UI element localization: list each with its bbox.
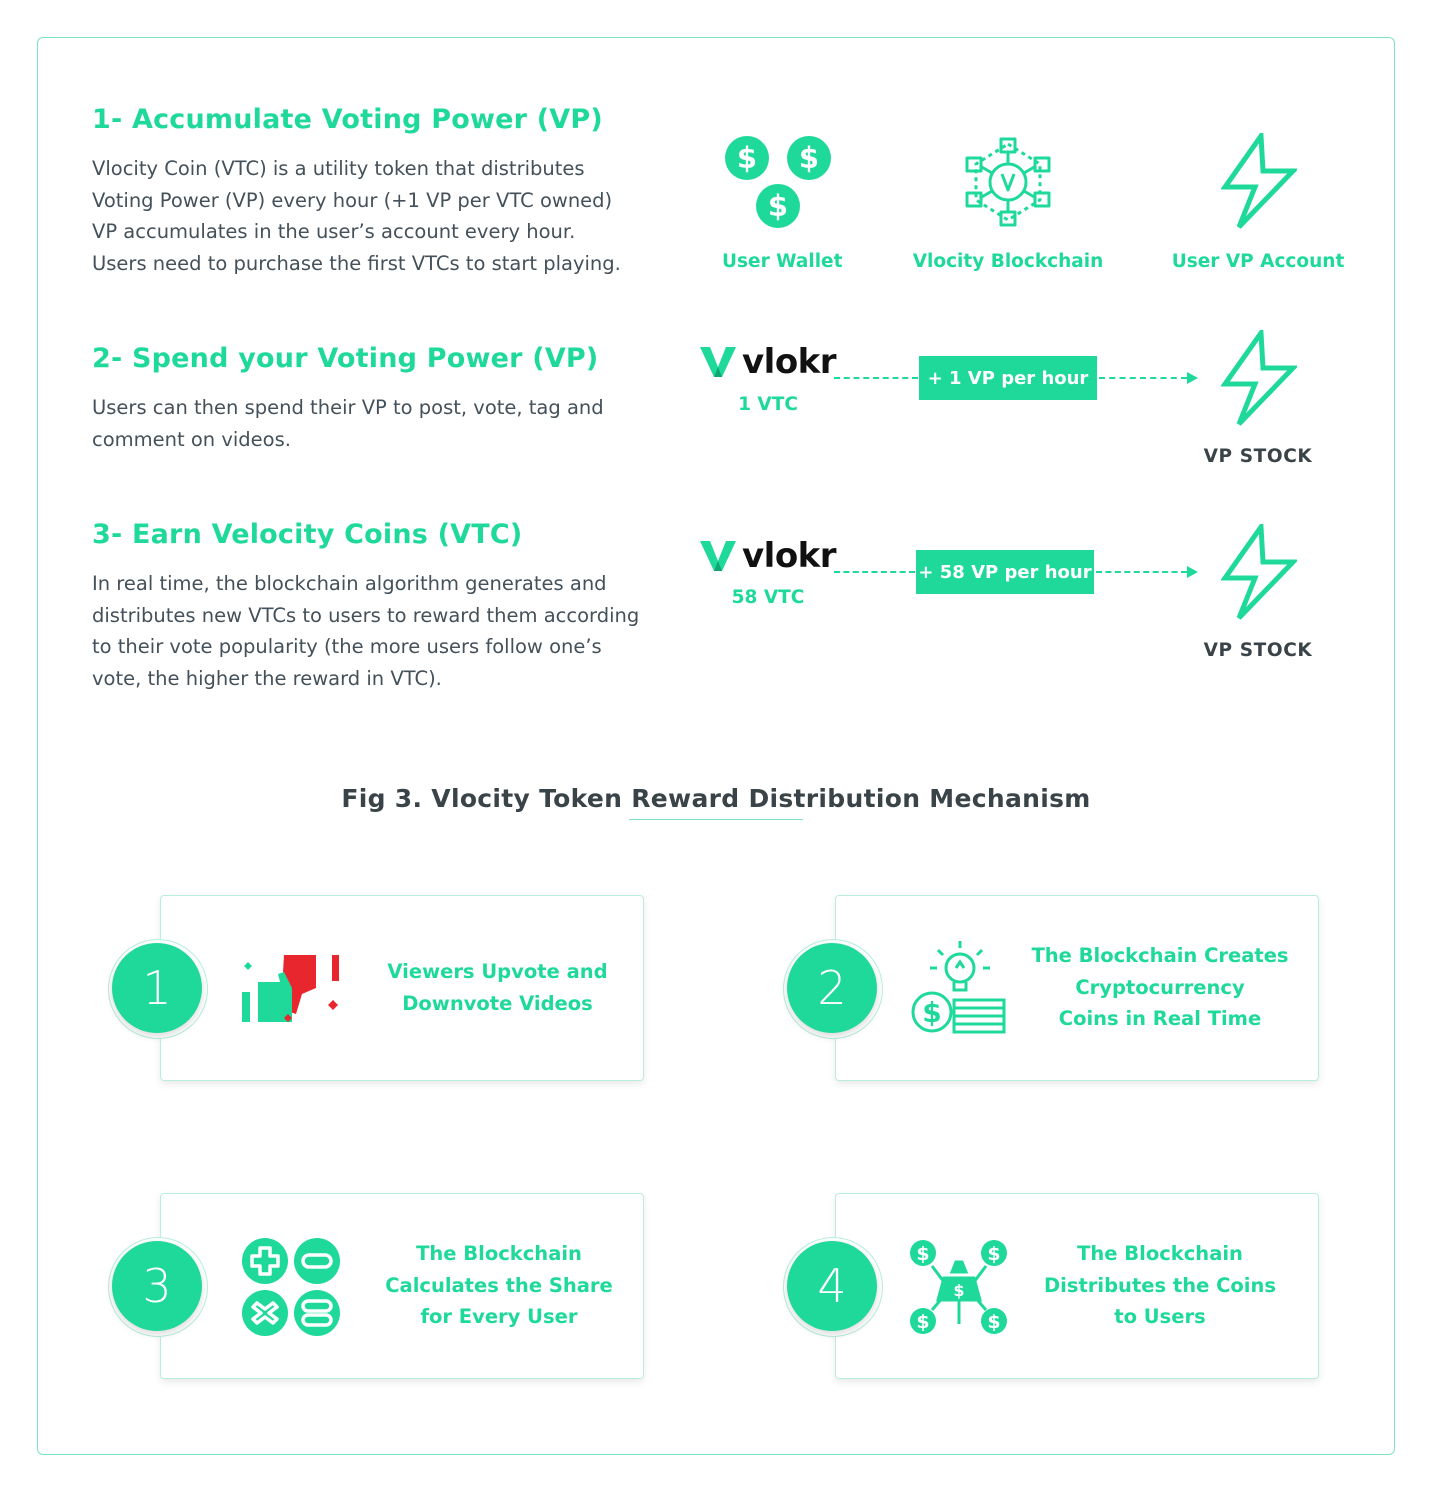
- flow-line: [834, 571, 915, 573]
- svg-text:$: $: [737, 141, 757, 175]
- svg-text:$: $: [922, 996, 941, 1029]
- vlokr-wordmark: vlokr: [742, 536, 837, 576]
- step-text-line: Cryptocurrency: [1075, 975, 1245, 999]
- idea-coins-icon: $: [911, 941, 1006, 1034]
- svg-text:$: $: [916, 1243, 929, 1265]
- step-number: 2: [787, 943, 877, 1033]
- section1-line: Users need to purchase the first VTCs to…: [92, 251, 621, 275]
- lightning-bolt-icon: [1221, 133, 1297, 229]
- step-text: The Blockchain Creates Cryptocurrency Co…: [1030, 940, 1290, 1035]
- vlokr-v-icon: [700, 347, 736, 377]
- step-text-line: Coins in Real Time: [1058, 1007, 1262, 1030]
- section1-body: Vlocity Coin (VTC) is a utility token th…: [92, 153, 682, 279]
- lightning-bolt-icon: [1221, 330, 1297, 426]
- dollar-coins-icon: $ $ $: [725, 136, 831, 228]
- vtc-amount: 58 VTC: [731, 587, 805, 608]
- section1-line: VP accumulates in the user’s account eve…: [92, 220, 576, 243]
- vlokr-logo: vlokr: [700, 342, 837, 382]
- vlokr-v-icon: [700, 541, 736, 571]
- figure-caption: Fig 3. Vlocity Token Reward Distribution…: [341, 784, 1091, 813]
- rate-badge: + 1 VP per hour: [919, 356, 1097, 400]
- section1-title: 1- Accumulate Voting Power (VP): [92, 104, 603, 135]
- flow-arrowhead: [1187, 372, 1198, 384]
- flow-line: [1096, 571, 1187, 573]
- step-text: Viewers Upvote and Downvote Videos: [375, 956, 620, 1019]
- caption-underline: [629, 819, 803, 820]
- step-text-line: The Blockchain: [1077, 1242, 1243, 1265]
- section3-body: In real time, the blockchain algorithm g…: [92, 568, 692, 694]
- step-number: 4: [787, 1241, 877, 1331]
- section3-title: 3- Earn Velocity Coins (VTC): [92, 519, 523, 550]
- step-text-line: Downvote Videos: [402, 991, 593, 1015]
- svg-text:$: $: [987, 1311, 1000, 1333]
- vp-stock-label: VP STOCK: [1203, 640, 1313, 661]
- svg-text:$: $: [799, 141, 819, 175]
- step-text-line: Calculates the Share: [385, 1273, 613, 1297]
- svg-text:$: $: [953, 1281, 964, 1300]
- section3-line: In real time, the blockchain algorithm g…: [92, 572, 607, 595]
- lightning-bolt-icon: [1221, 524, 1297, 620]
- step-text: The Blockchain Calculates the Share for …: [375, 1238, 623, 1333]
- step-text-line: to Users: [1114, 1305, 1206, 1328]
- section3-line: to their vote popularity (the more users…: [92, 635, 602, 658]
- vtc-amount: 1 VTC: [738, 394, 798, 415]
- svg-text:$: $: [768, 189, 788, 223]
- section2-line: Users can then spend their VP to post, v…: [92, 396, 604, 419]
- section2-body: Users can then spend their VP to post, v…: [92, 392, 682, 455]
- section3-line: vote, the higher the reward in VTC).: [92, 666, 442, 690]
- section3-line: distributes new VTCs to users to reward …: [92, 603, 640, 627]
- flow-arrowhead: [1187, 566, 1198, 578]
- step-text-line: Distributes the Coins: [1044, 1273, 1276, 1297]
- step-text-line: Viewers Upvote and: [387, 960, 608, 983]
- section1-line: Vlocity Coin (VTC) is a utility token th…: [92, 157, 585, 180]
- step-number: 3: [112, 1241, 202, 1331]
- vlokr-wordmark: vlokr: [742, 342, 837, 382]
- vlocity-blockchain-label: Vlocity Blockchain: [912, 251, 1104, 272]
- user-vp-account-label: User VP Account: [1171, 251, 1345, 272]
- section1-line: Voting Power (VP) every hour (+1 VP per …: [92, 188, 613, 212]
- flow-line: [834, 377, 918, 379]
- flow-line: [1099, 377, 1187, 379]
- step-text-line: The Blockchain: [416, 1242, 582, 1265]
- vp-stock-label: VP STOCK: [1203, 446, 1313, 467]
- vlokr-logo: vlokr: [700, 536, 837, 576]
- svg-text:$: $: [987, 1243, 1000, 1265]
- section2-line: comment on videos.: [92, 427, 291, 451]
- thumbs-vote-icon: [242, 955, 339, 1022]
- money-distribution-icon: $ $ $ $ $: [910, 1240, 1007, 1334]
- step-text-line: The Blockchain Creates: [1031, 944, 1289, 967]
- blockchain-network-icon: [965, 137, 1051, 227]
- step-number: 1: [112, 943, 202, 1033]
- rate-badge: + 58 VP per hour: [916, 550, 1094, 594]
- svg-text:$: $: [916, 1311, 929, 1333]
- calculator-ops-icon: [242, 1238, 340, 1336]
- step-text: The Blockchain Distributes the Coins to …: [1040, 1238, 1280, 1333]
- step-text-line: for Every User: [420, 1305, 578, 1328]
- user-wallet-label: User Wallet: [722, 251, 843, 272]
- section2-title: 2- Spend your Voting Power (VP): [92, 343, 599, 374]
